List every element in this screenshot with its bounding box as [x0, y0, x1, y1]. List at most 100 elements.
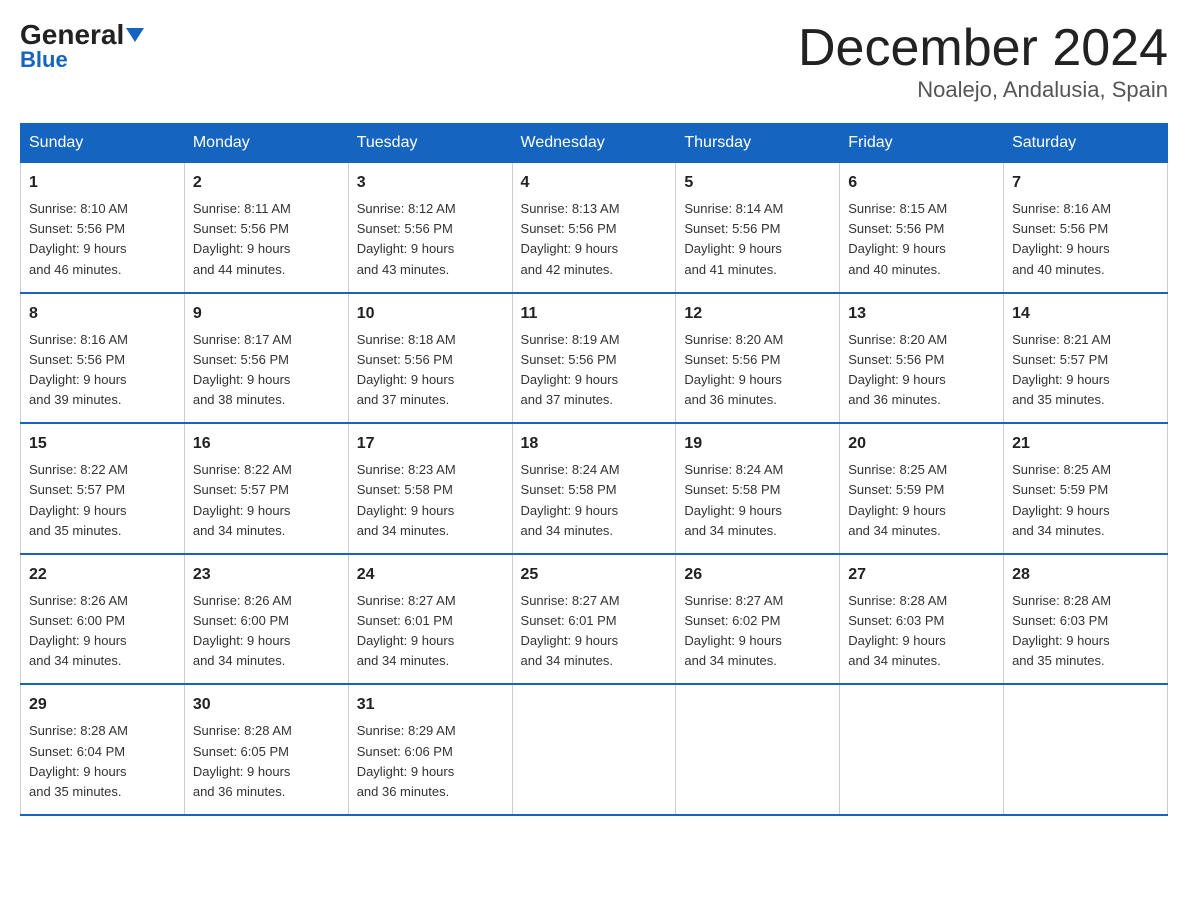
logo-blue: Blue [20, 47, 68, 73]
day-number: 31 [357, 693, 504, 717]
day-cell: 2 Sunrise: 8:11 AMSunset: 5:56 PMDayligh… [184, 163, 348, 293]
day-number: 12 [684, 302, 831, 326]
day-info: Sunrise: 8:24 AMSunset: 5:58 PMDaylight:… [521, 460, 668, 541]
logo: General Blue [20, 20, 144, 73]
day-info: Sunrise: 8:28 AMSunset: 6:05 PMDaylight:… [193, 721, 340, 802]
day-info: Sunrise: 8:22 AMSunset: 5:57 PMDaylight:… [193, 460, 340, 541]
day-number: 2 [193, 171, 340, 195]
day-number: 8 [29, 302, 176, 326]
day-number: 27 [848, 563, 995, 587]
day-info: Sunrise: 8:20 AMSunset: 5:56 PMDaylight:… [684, 330, 831, 411]
day-cell: 6 Sunrise: 8:15 AMSunset: 5:56 PMDayligh… [840, 163, 1004, 293]
day-cell: 20 Sunrise: 8:25 AMSunset: 5:59 PMDaylig… [840, 423, 1004, 554]
day-number: 28 [1012, 563, 1159, 587]
day-cell: 14 Sunrise: 8:21 AMSunset: 5:57 PMDaylig… [1004, 293, 1168, 424]
day-cell: 3 Sunrise: 8:12 AMSunset: 5:56 PMDayligh… [348, 163, 512, 293]
day-cell [1004, 684, 1168, 815]
day-info: Sunrise: 8:11 AMSunset: 5:56 PMDaylight:… [193, 199, 340, 280]
weekday-header-thursday: Thursday [676, 124, 840, 163]
day-number: 23 [193, 563, 340, 587]
day-info: Sunrise: 8:26 AMSunset: 6:00 PMDaylight:… [193, 591, 340, 672]
day-info: Sunrise: 8:18 AMSunset: 5:56 PMDaylight:… [357, 330, 504, 411]
day-number: 3 [357, 171, 504, 195]
day-cell: 24 Sunrise: 8:27 AMSunset: 6:01 PMDaylig… [348, 554, 512, 685]
day-number: 24 [357, 563, 504, 587]
day-info: Sunrise: 8:19 AMSunset: 5:56 PMDaylight:… [521, 330, 668, 411]
day-info: Sunrise: 8:12 AMSunset: 5:56 PMDaylight:… [357, 199, 504, 280]
day-number: 13 [848, 302, 995, 326]
day-cell: 1 Sunrise: 8:10 AMSunset: 5:56 PMDayligh… [21, 163, 185, 293]
calendar-table: SundayMondayTuesdayWednesdayThursdayFrid… [20, 123, 1168, 816]
day-cell: 30 Sunrise: 8:28 AMSunset: 6:05 PMDaylig… [184, 684, 348, 815]
title-block: December 2024 Noalejo, Andalusia, Spain [798, 20, 1168, 103]
day-cell: 9 Sunrise: 8:17 AMSunset: 5:56 PMDayligh… [184, 293, 348, 424]
day-number: 16 [193, 432, 340, 456]
weekday-header-sunday: Sunday [21, 124, 185, 163]
day-cell: 21 Sunrise: 8:25 AMSunset: 5:59 PMDaylig… [1004, 423, 1168, 554]
day-number: 7 [1012, 171, 1159, 195]
day-info: Sunrise: 8:29 AMSunset: 6:06 PMDaylight:… [357, 721, 504, 802]
day-cell: 8 Sunrise: 8:16 AMSunset: 5:56 PMDayligh… [21, 293, 185, 424]
day-cell: 26 Sunrise: 8:27 AMSunset: 6:02 PMDaylig… [676, 554, 840, 685]
day-cell: 25 Sunrise: 8:27 AMSunset: 6:01 PMDaylig… [512, 554, 676, 685]
day-info: Sunrise: 8:20 AMSunset: 5:56 PMDaylight:… [848, 330, 995, 411]
day-cell: 16 Sunrise: 8:22 AMSunset: 5:57 PMDaylig… [184, 423, 348, 554]
day-info: Sunrise: 8:28 AMSunset: 6:03 PMDaylight:… [1012, 591, 1159, 672]
week-row-4: 22 Sunrise: 8:26 AMSunset: 6:00 PMDaylig… [21, 554, 1168, 685]
day-number: 15 [29, 432, 176, 456]
day-cell: 13 Sunrise: 8:20 AMSunset: 5:56 PMDaylig… [840, 293, 1004, 424]
day-info: Sunrise: 8:25 AMSunset: 5:59 PMDaylight:… [848, 460, 995, 541]
day-info: Sunrise: 8:16 AMSunset: 5:56 PMDaylight:… [1012, 199, 1159, 280]
day-number: 4 [521, 171, 668, 195]
day-cell: 10 Sunrise: 8:18 AMSunset: 5:56 PMDaylig… [348, 293, 512, 424]
day-cell: 22 Sunrise: 8:26 AMSunset: 6:00 PMDaylig… [21, 554, 185, 685]
day-info: Sunrise: 8:16 AMSunset: 5:56 PMDaylight:… [29, 330, 176, 411]
day-number: 25 [521, 563, 668, 587]
day-cell: 23 Sunrise: 8:26 AMSunset: 6:00 PMDaylig… [184, 554, 348, 685]
day-number: 9 [193, 302, 340, 326]
week-row-1: 1 Sunrise: 8:10 AMSunset: 5:56 PMDayligh… [21, 163, 1168, 293]
weekday-header-row: SundayMondayTuesdayWednesdayThursdayFrid… [21, 124, 1168, 163]
month-title: December 2024 [798, 20, 1168, 77]
week-row-2: 8 Sunrise: 8:16 AMSunset: 5:56 PMDayligh… [21, 293, 1168, 424]
day-cell: 27 Sunrise: 8:28 AMSunset: 6:03 PMDaylig… [840, 554, 1004, 685]
day-number: 29 [29, 693, 176, 717]
week-row-5: 29 Sunrise: 8:28 AMSunset: 6:04 PMDaylig… [21, 684, 1168, 815]
day-number: 10 [357, 302, 504, 326]
day-number: 20 [848, 432, 995, 456]
day-info: Sunrise: 8:27 AMSunset: 6:01 PMDaylight:… [521, 591, 668, 672]
day-cell: 31 Sunrise: 8:29 AMSunset: 6:06 PMDaylig… [348, 684, 512, 815]
day-cell: 15 Sunrise: 8:22 AMSunset: 5:57 PMDaylig… [21, 423, 185, 554]
day-number: 17 [357, 432, 504, 456]
day-cell: 28 Sunrise: 8:28 AMSunset: 6:03 PMDaylig… [1004, 554, 1168, 685]
day-number: 19 [684, 432, 831, 456]
day-cell: 11 Sunrise: 8:19 AMSunset: 5:56 PMDaylig… [512, 293, 676, 424]
day-info: Sunrise: 8:22 AMSunset: 5:57 PMDaylight:… [29, 460, 176, 541]
day-info: Sunrise: 8:27 AMSunset: 6:01 PMDaylight:… [357, 591, 504, 672]
day-cell: 19 Sunrise: 8:24 AMSunset: 5:58 PMDaylig… [676, 423, 840, 554]
weekday-header-wednesday: Wednesday [512, 124, 676, 163]
day-cell: 4 Sunrise: 8:13 AMSunset: 5:56 PMDayligh… [512, 163, 676, 293]
day-info: Sunrise: 8:15 AMSunset: 5:56 PMDaylight:… [848, 199, 995, 280]
day-number: 14 [1012, 302, 1159, 326]
day-info: Sunrise: 8:26 AMSunset: 6:00 PMDaylight:… [29, 591, 176, 672]
location-label: Noalejo, Andalusia, Spain [798, 77, 1168, 103]
day-info: Sunrise: 8:28 AMSunset: 6:04 PMDaylight:… [29, 721, 176, 802]
day-number: 18 [521, 432, 668, 456]
day-cell: 18 Sunrise: 8:24 AMSunset: 5:58 PMDaylig… [512, 423, 676, 554]
day-cell: 12 Sunrise: 8:20 AMSunset: 5:56 PMDaylig… [676, 293, 840, 424]
day-info: Sunrise: 8:28 AMSunset: 6:03 PMDaylight:… [848, 591, 995, 672]
weekday-header-monday: Monday [184, 124, 348, 163]
day-cell [676, 684, 840, 815]
day-info: Sunrise: 8:10 AMSunset: 5:56 PMDaylight:… [29, 199, 176, 280]
weekday-header-tuesday: Tuesday [348, 124, 512, 163]
day-info: Sunrise: 8:27 AMSunset: 6:02 PMDaylight:… [684, 591, 831, 672]
day-number: 6 [848, 171, 995, 195]
day-info: Sunrise: 8:24 AMSunset: 5:58 PMDaylight:… [684, 460, 831, 541]
day-cell [840, 684, 1004, 815]
day-info: Sunrise: 8:14 AMSunset: 5:56 PMDaylight:… [684, 199, 831, 280]
week-row-3: 15 Sunrise: 8:22 AMSunset: 5:57 PMDaylig… [21, 423, 1168, 554]
day-info: Sunrise: 8:13 AMSunset: 5:56 PMDaylight:… [521, 199, 668, 280]
day-cell: 17 Sunrise: 8:23 AMSunset: 5:58 PMDaylig… [348, 423, 512, 554]
day-number: 11 [521, 302, 668, 326]
